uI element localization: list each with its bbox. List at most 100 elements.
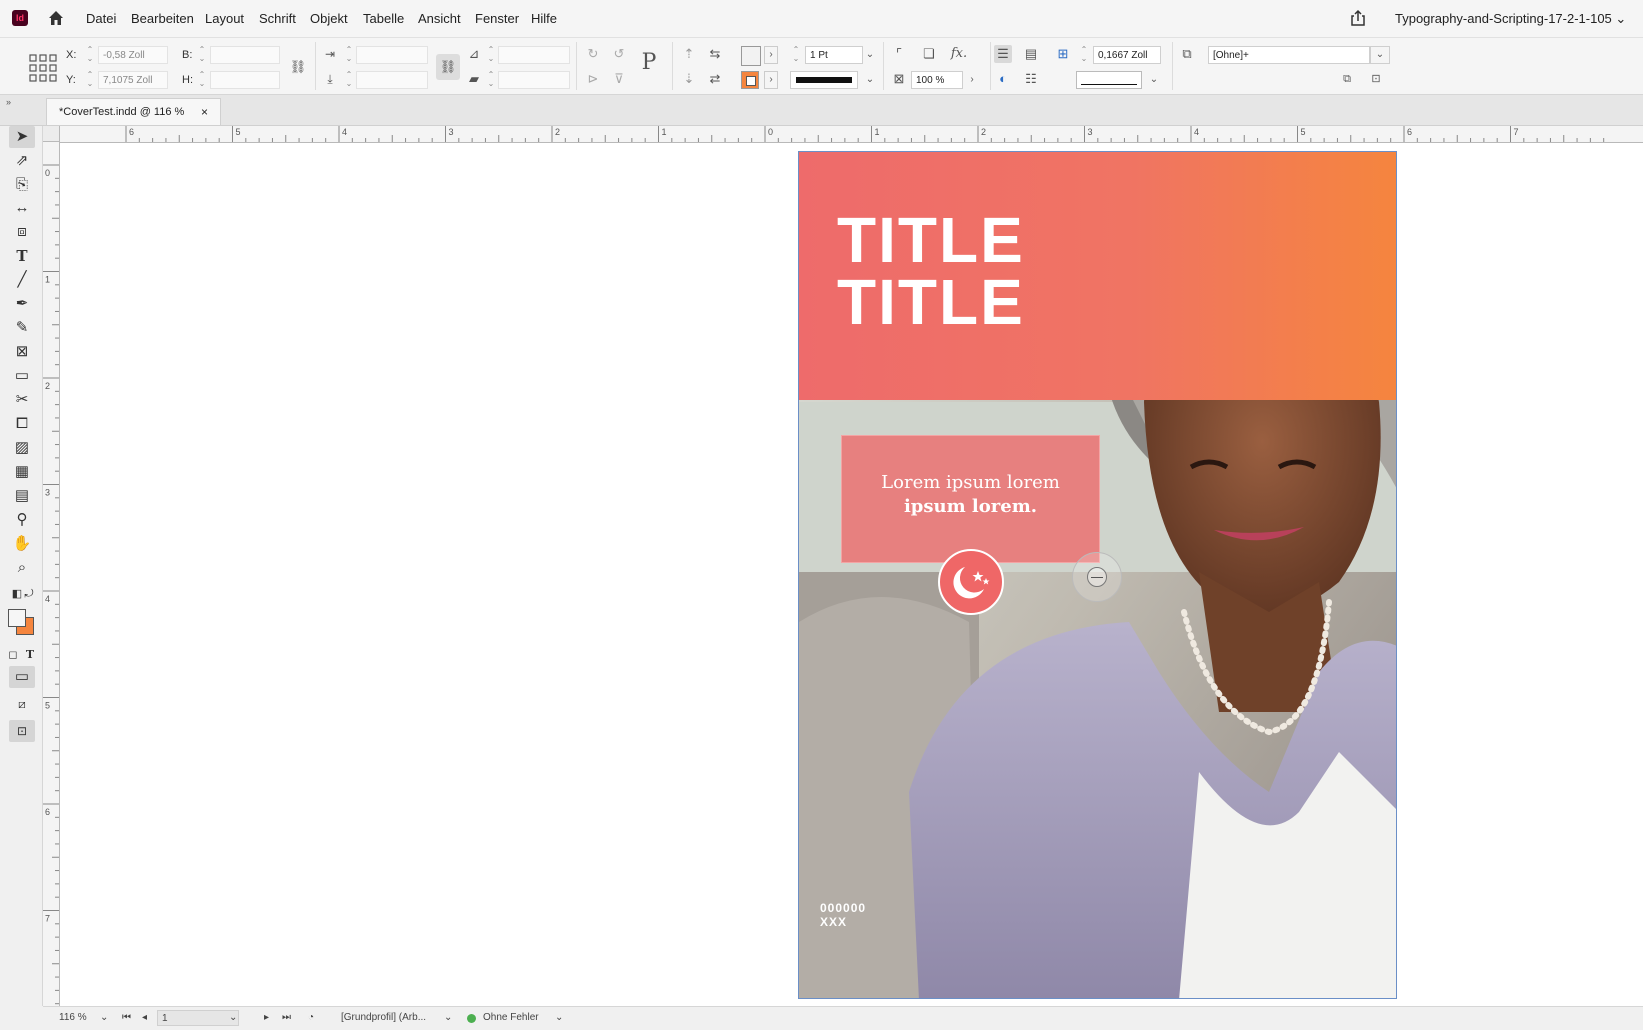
fill-menu-chevron-icon[interactable]: › [764,46,778,64]
opacity-field[interactable]: 100 % [911,71,963,89]
first-page-icon[interactable]: ⏮ [122,1007,131,1029]
x-field[interactable]: -0,58 Zoll [98,46,168,64]
wrap-bounding-box-icon[interactable]: ▤ [1022,45,1040,63]
last-page-icon[interactable]: ⏭ [282,1007,291,1029]
zoom-level[interactable]: 116 % [59,1007,87,1029]
effects-fx-icon[interactable]: fx. [950,45,968,63]
object-style-dropdown-icon[interactable]: ⌄ [1370,46,1390,64]
pasteboard[interactable]: TITLE TITLE Lorem ipsum lorem ipsum lore… [60,143,1643,1006]
height-stepper[interactable]: ⌃ ⌄ [196,70,208,90]
preflight-status[interactable]: Ohne Fehler [483,1007,539,1029]
rotate-cw-icon[interactable]: ↻ [584,45,602,63]
previous-page-icon[interactable]: ◂ [142,1007,147,1029]
width-stepper[interactable]: ⌃ ⌄ [196,45,208,65]
format-text-icon[interactable]: T [22,644,38,666]
swap-fill-stroke-icon[interactable]: ⤾ [22,583,36,605]
menu-tabelle[interactable]: Tabelle [363,0,404,37]
gap-select[interactable] [1076,71,1142,89]
link-scale-icon[interactable]: ⛓ [436,54,460,80]
width-field[interactable] [210,46,280,64]
gap-field[interactable]: 0,1667 Zoll [1093,46,1161,64]
free-transform-tool-icon[interactable]: ⧠ [9,413,35,435]
select-content-icon[interactable]: ⇣ [680,70,698,88]
shear-field[interactable] [498,71,570,89]
scale-x-field[interactable] [356,46,428,64]
rotation-stepper[interactable]: ⌃ ⌄ [485,45,497,65]
lorem-text-frame[interactable]: Lorem ipsum lorem ipsum lorem. [841,435,1100,563]
wrap-object-shape-icon[interactable]: ◐ [994,70,1012,88]
profile-dropdown-icon[interactable]: ⌄ [444,1007,452,1029]
type-tool-icon[interactable]: T [9,245,35,267]
menu-bearbeiten[interactable]: Bearbeiten [131,0,194,37]
fill-swatch[interactable] [741,46,761,66]
share-icon[interactable] [1348,8,1368,28]
select-container-icon[interactable]: ⇡ [680,45,698,63]
zoom-tool-icon[interactable]: ⌕ [9,557,35,579]
code-line-2[interactable]: XXX [820,915,847,929]
scale-y-field[interactable] [356,71,428,89]
selection-tool-icon[interactable]: ➤ [9,126,35,148]
content-collector-icon[interactable]: ⧈ [9,221,35,243]
content-direction-icon[interactable]: P [640,52,658,74]
flip-vertical-icon[interactable]: ⊽ [610,70,628,88]
object-style-select[interactable]: [Ohne]+ [1208,46,1370,64]
screen-mode-icon[interactable]: ⊡ [9,720,35,742]
opacity-chevron-icon[interactable]: › [963,71,981,89]
shear-stepper[interactable]: ⌃ ⌄ [485,70,497,90]
stroke-weight-dropdown-icon[interactable]: ⌄ [861,46,879,64]
break-link-style-icon[interactable]: ⊡ [1367,70,1385,88]
wrap-none-icon[interactable]: ☰ [994,45,1012,63]
gap-dropdown-icon[interactable]: ⌄ [1145,71,1163,89]
stroke-swatch[interactable] [741,71,759,89]
preflight-dropdown-icon[interactable]: ⌄ [555,1007,563,1029]
stroke-weight-field[interactable]: 1 Pt [805,46,863,64]
stroke-type-select[interactable] [790,71,858,89]
height-field[interactable] [210,71,280,89]
next-page-icon[interactable]: ▸ [264,1007,269,1029]
fill-stroke-proxy[interactable] [8,609,36,637]
menu-ansicht[interactable]: Ansicht [418,0,461,37]
gradient-feather-tool-icon[interactable]: ▦ [9,461,35,483]
corner-options-icon[interactable]: ⌜ [890,45,908,63]
menu-hilfe[interactable]: Hilfe [531,0,557,37]
home-icon[interactable] [46,8,66,28]
page-number-field[interactable]: 1 [157,1010,239,1026]
collapse-panels-icon[interactable]: » [6,97,11,107]
scissors-tool-icon[interactable]: ✂ [9,389,35,411]
menu-datei[interactable]: Datei [86,0,116,37]
tab-covertest[interactable]: *CoverTest.indd @ 116 % × [46,98,221,125]
title-line-2[interactable]: TITLE [837,270,1025,334]
close-icon[interactable]: × [201,99,208,125]
gap-tool-icon[interactable]: ↔ [9,197,35,219]
vertical-ruler[interactable]: 0 1 2 3 4 5 6 7 [43,142,60,1006]
line-tool-icon[interactable]: ╱ [9,269,35,291]
open-in-window-icon[interactable]: ◔ [308,1007,314,1029]
document-title-dropdown[interactable]: Typography-and-Scripting-17-2-1-105 ⌄ [1395,0,1626,37]
title-line-1[interactable]: TITLE [837,208,1025,272]
gap-stepper[interactable]: ⌃ ⌄ [1078,45,1090,65]
preflight-profile[interactable]: [Grundprofil] (Arb... [341,1007,426,1029]
rotate-ccw-icon[interactable]: ↺ [610,45,628,63]
hand-tool-icon[interactable]: ✋ [9,533,35,555]
flip-horizontal-icon[interactable]: ⊳ [584,70,602,88]
rectangle-frame-tool-icon[interactable]: ⊠ [9,341,35,363]
scale-y-stepper[interactable]: ⌃ ⌄ [343,70,355,90]
rotation-field[interactable] [498,46,570,64]
clear-overrides-icon[interactable]: ⧉ [1338,70,1356,88]
select-next-icon[interactable]: ⇄ [706,70,724,88]
title-banner[interactable]: TITLE TITLE [799,152,1396,400]
direct-selection-tool-icon[interactable]: ⇗ [9,150,35,172]
moon-stars-badge[interactable] [938,549,1004,615]
scale-x-stepper[interactable]: ⌃ ⌄ [343,45,355,65]
zoom-dropdown-icon[interactable]: ⌄ [100,1007,108,1029]
apply-color-icon[interactable]: ▭ [9,666,35,688]
drop-shadow-icon[interactable]: ❏ [920,45,938,63]
code-line-1[interactable]: 000000 [820,901,866,915]
y-stepper[interactable]: ⌃ ⌄ [84,70,96,90]
page-dropdown-icon[interactable]: ⌄ [229,1007,237,1029]
rectangle-tool-icon[interactable]: ▭ [9,365,35,387]
constrain-proportions-icon[interactable]: ⛓ [289,58,307,76]
format-container-icon[interactable]: ◻ [5,644,21,666]
wrap-jump-object-icon[interactable]: ☷ [1022,70,1040,88]
menu-layout[interactable]: Layout [205,0,244,37]
